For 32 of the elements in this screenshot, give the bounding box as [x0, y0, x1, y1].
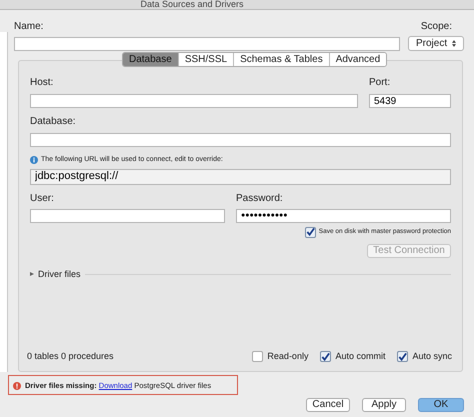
url-field[interactable]: jdbc:postgresql://	[30, 168, 451, 184]
status-text: 0 tables 0 procedures	[27, 350, 115, 363]
field-label: Database:	[30, 115, 77, 129]
error-icon	[13, 382, 21, 390]
field-label: Port:	[369, 76, 392, 90]
checkbox-label: Auto commit	[335, 350, 386, 363]
dialog-button[interactable]: Apply	[362, 398, 406, 412]
info-icon	[30, 156, 38, 164]
name-field[interactable]	[14, 36, 400, 50]
field-label: Name:	[14, 20, 44, 34]
checkbox[interactable]	[320, 351, 332, 362]
field-label: Host:	[30, 76, 54, 90]
disclosure-icon	[30, 272, 34, 276]
checkbox[interactable]	[252, 351, 264, 362]
checkbox[interactable]	[397, 351, 408, 362]
dialog-button[interactable]: Cancel	[306, 398, 350, 412]
dialog-button[interactable]: OK	[418, 398, 464, 412]
user-field[interactable]	[30, 208, 225, 222]
host-field[interactable]	[30, 94, 358, 108]
driver-files-toggle[interactable]: Driver files	[30, 268, 81, 281]
field-label: Password:	[236, 192, 283, 206]
tab[interactable]: Database	[123, 53, 178, 66]
tab[interactable]: Advanced	[328, 53, 386, 66]
field-label: User:	[30, 192, 55, 206]
field-label: Scope:	[420, 20, 452, 34]
checkbox-label: Auto sync	[412, 350, 452, 363]
port-field[interactable]: 5439	[369, 94, 451, 108]
database-field[interactable]	[30, 133, 451, 147]
scope-dropdown[interactable]: Project	[408, 36, 464, 51]
updown-icon	[452, 40, 456, 47]
window-title: Data Sources and Drivers	[140, 0, 244, 9]
checkbox-label: Read-only	[267, 350, 308, 363]
